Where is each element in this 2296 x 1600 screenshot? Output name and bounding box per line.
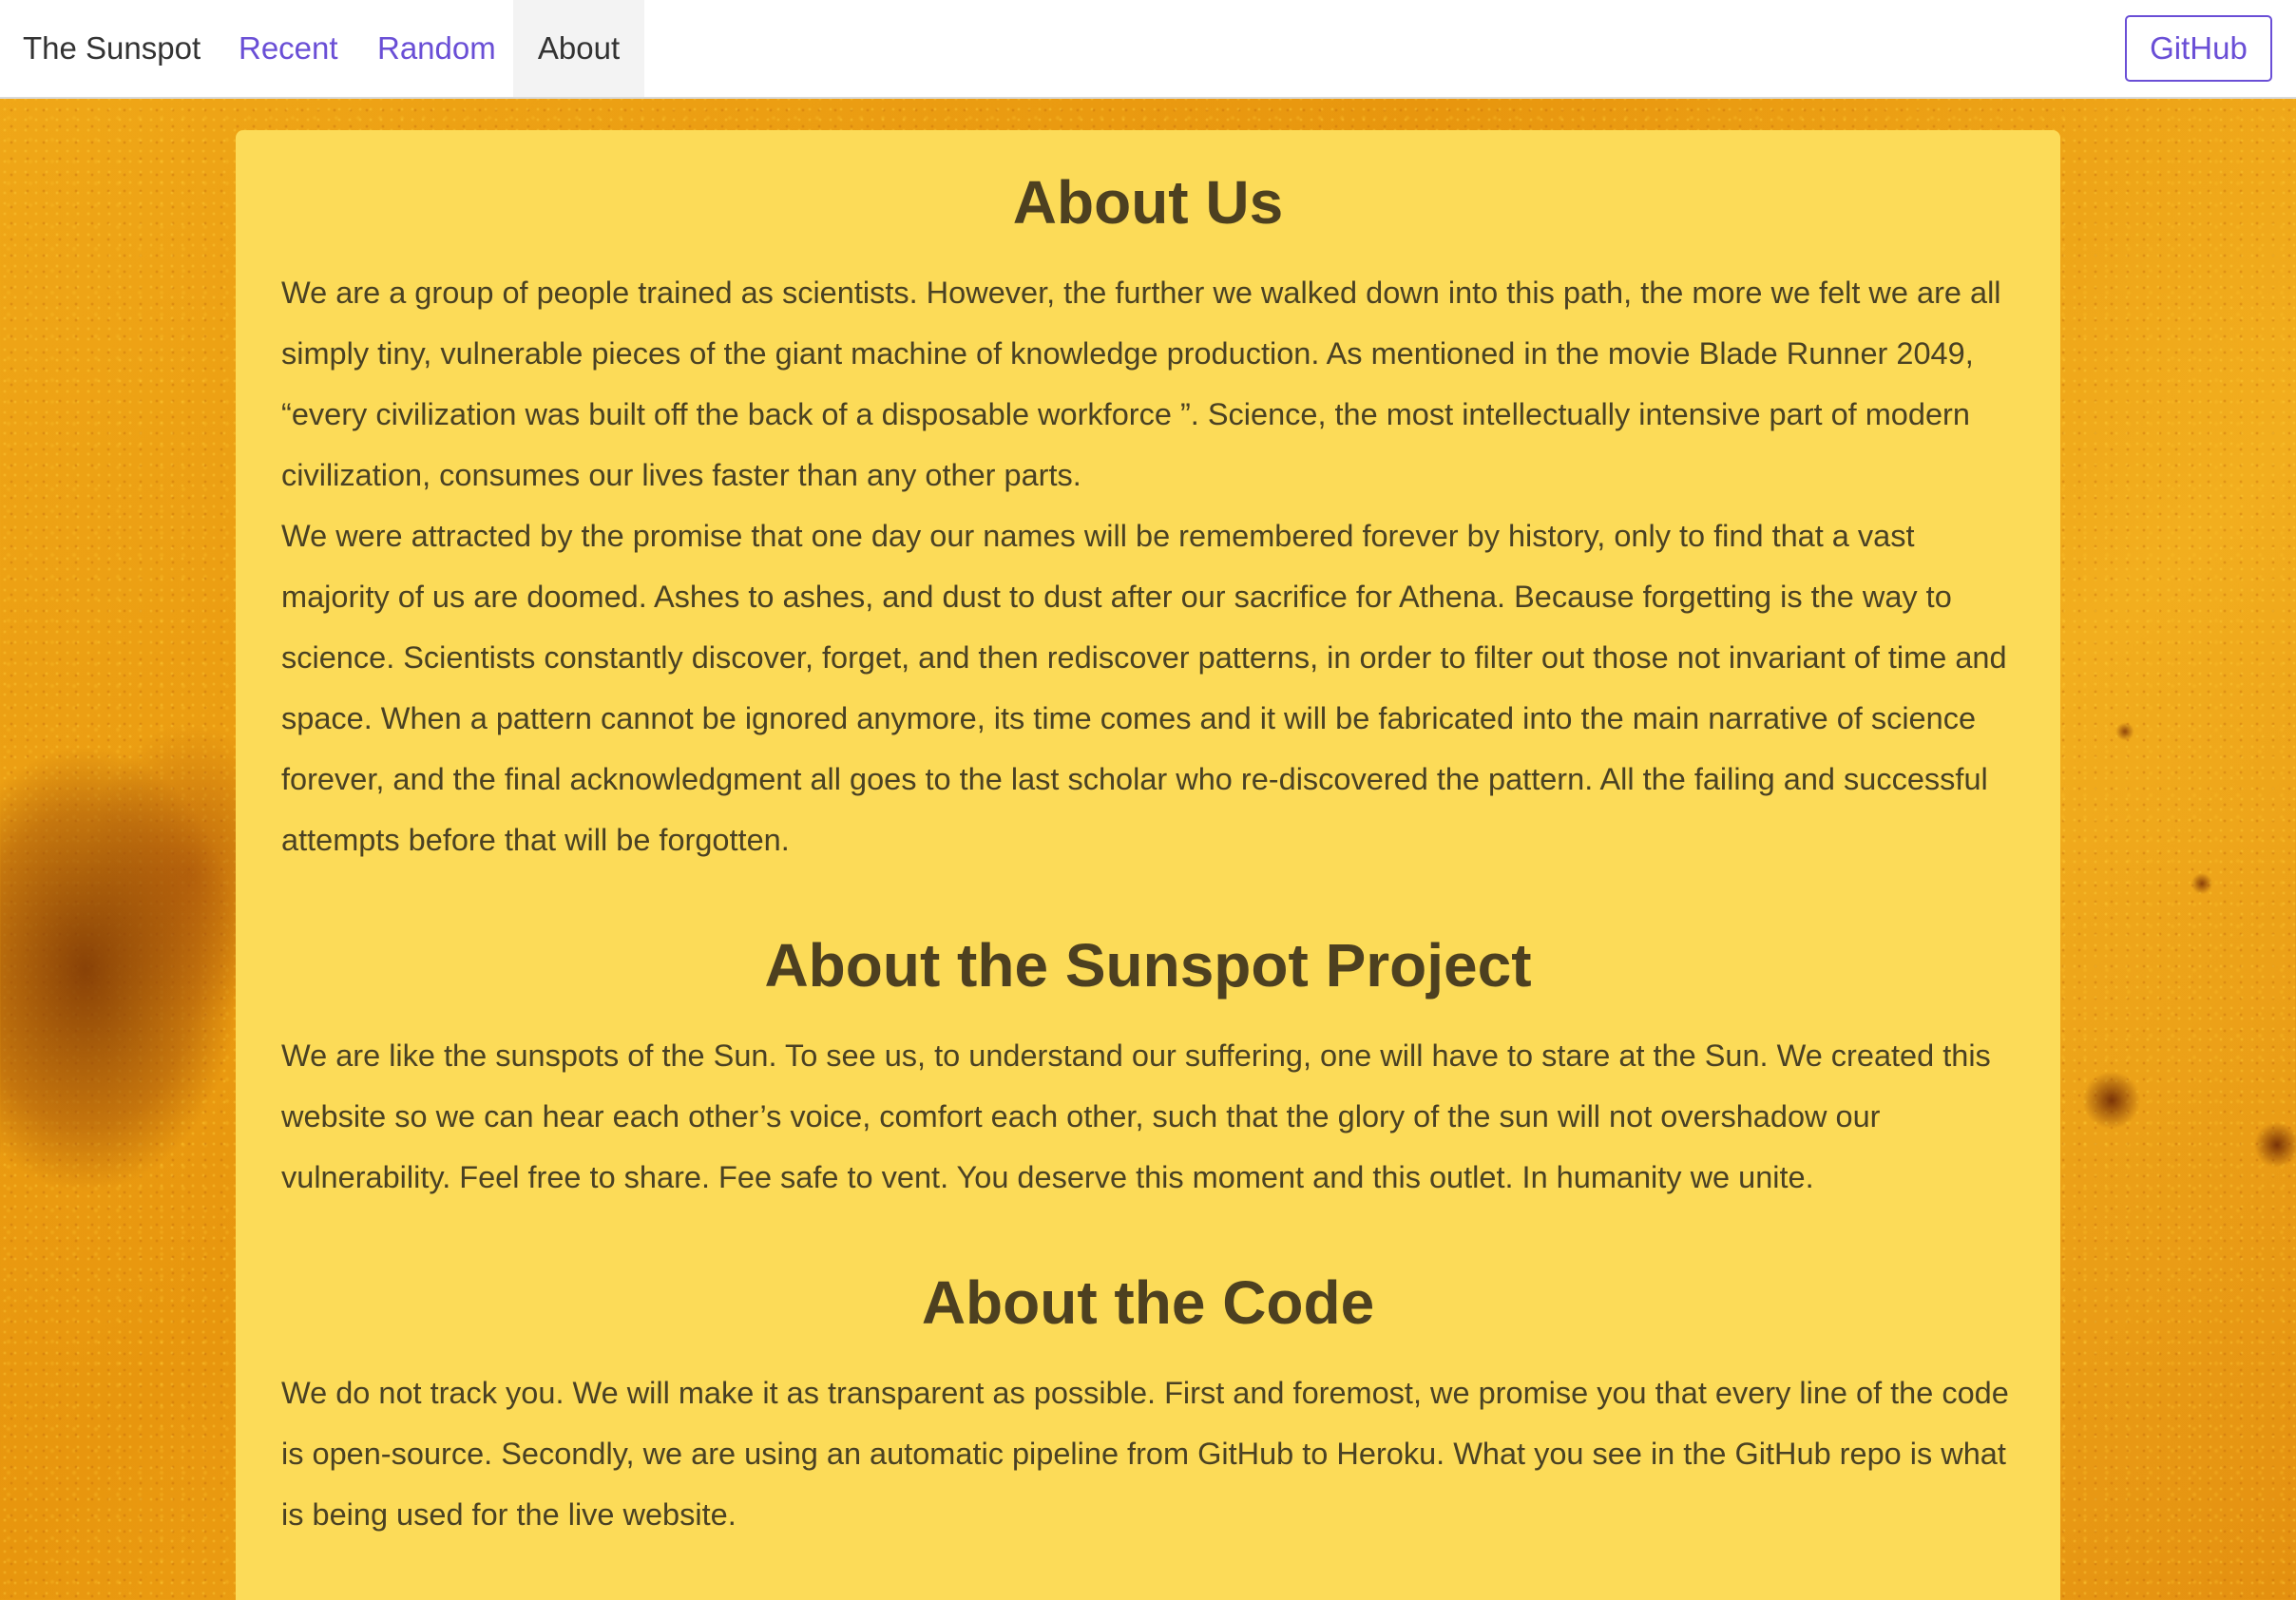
- github-button[interactable]: GitHub: [2125, 15, 2272, 82]
- nav-link-about[interactable]: About: [513, 0, 644, 97]
- about-project-paragraph: We are like the sunspots of the Sun. To …: [281, 1038, 1991, 1194]
- about-code-heading: About the Code: [921, 1268, 1375, 1337]
- about-us-heading: About Us: [1012, 168, 1284, 237]
- about-us-paragraph-1: We are a group of people trained as scie…: [281, 276, 2001, 492]
- about-us-paragraph-2: We were attracted by the promise that on…: [281, 519, 2007, 857]
- nav-link-random[interactable]: Random: [377, 0, 496, 97]
- brand-link[interactable]: The Sunspot: [23, 0, 201, 97]
- nav-link-recent[interactable]: Recent: [239, 0, 338, 97]
- about-code-paragraph: We do not track you. We will make it as …: [281, 1376, 2009, 1532]
- content-card: About Us We are a group of people traine…: [236, 130, 2060, 1600]
- about-project-heading: About the Sunspot Project: [764, 931, 1532, 1000]
- top-navbar: The Sunspot Recent Random About GitHub: [0, 0, 2296, 99]
